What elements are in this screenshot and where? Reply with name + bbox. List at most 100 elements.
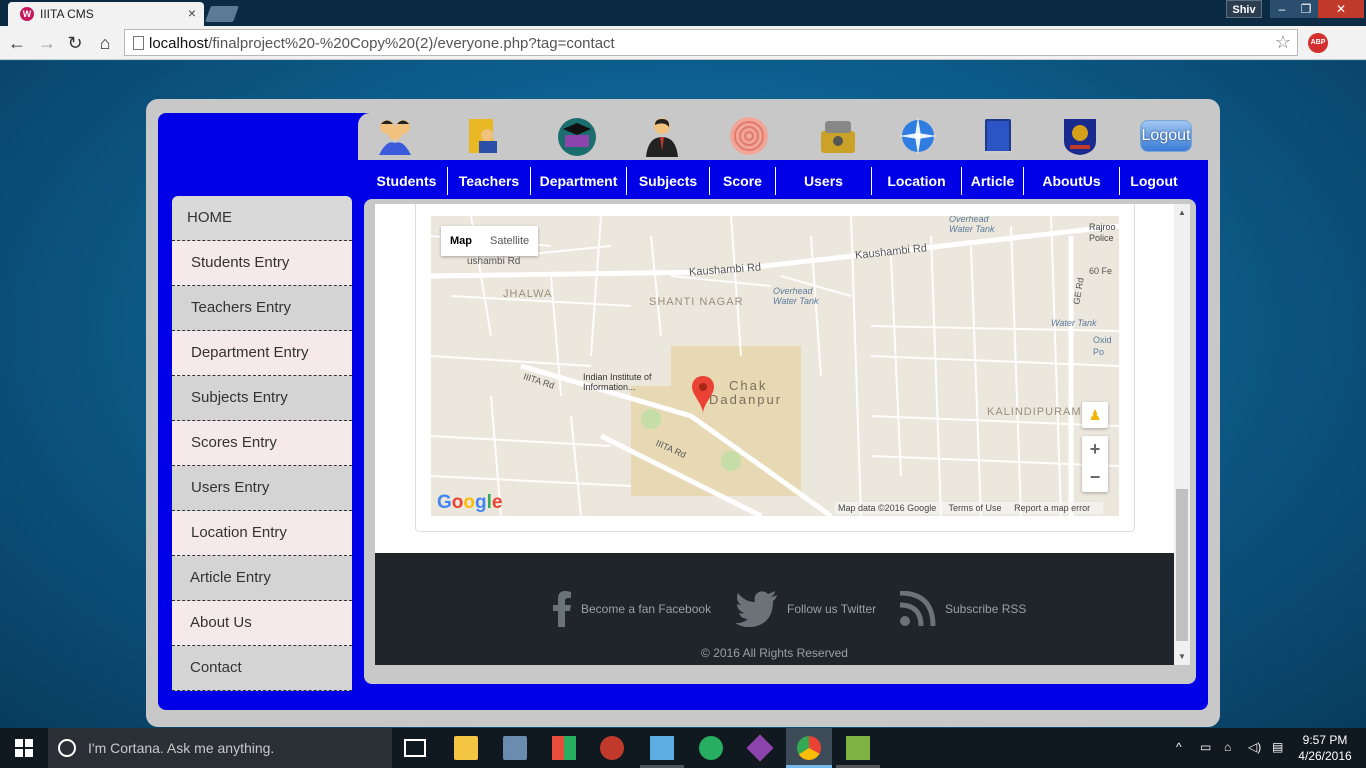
copyright: © 2016 All Rights Reserved	[701, 646, 848, 660]
sidebar-item-teachers-entry[interactable]: Teachers Entry	[172, 286, 352, 331]
map-label-water: Overhead Water Tank	[773, 286, 819, 306]
browser-tab[interactable]: W IIITA CMS ×	[8, 2, 204, 26]
notifications-icon[interactable]: ▤	[1272, 740, 1283, 754]
rss-link[interactable]: Subscribe RSS	[899, 590, 1026, 627]
google-logo: Google	[437, 492, 502, 514]
article-icon[interactable]	[973, 113, 1021, 159]
aboutus-icon[interactable]	[1056, 113, 1104, 159]
sidebar-item-article-entry[interactable]: Article Entry	[172, 556, 352, 601]
nav-users[interactable]: Users	[776, 167, 872, 195]
zoom-in-button[interactable]: +	[1082, 436, 1108, 464]
students-icon[interactable]	[371, 113, 419, 159]
sidebar-item-location-entry[interactable]: Location Entry	[172, 511, 352, 556]
clock-time: 9:57 PM	[1302, 733, 1348, 747]
twitter-link[interactable]: Follow us Twitter	[735, 591, 876, 628]
clock[interactable]: 9:57 PM 4/26/2016	[1296, 732, 1354, 764]
bookmark-star-icon[interactable]: ☆	[1275, 32, 1291, 53]
nav-department[interactable]: Department	[531, 167, 627, 195]
map-label-chak: Chak	[729, 378, 768, 393]
home-icon[interactable]: ⌂	[94, 32, 116, 54]
page-icon	[133, 36, 144, 50]
map-label-oxid: Oxid Po	[1093, 335, 1112, 357]
ie-edge-icon[interactable]	[699, 736, 723, 760]
adblock-icon[interactable]: ABP	[1308, 33, 1328, 53]
nav-logout[interactable]: Logout	[1120, 167, 1188, 195]
map-type-satellite[interactable]: Satellite	[481, 226, 538, 256]
chrome-icon[interactable]	[797, 736, 821, 760]
map-marker-icon[interactable]	[692, 376, 714, 419]
nav-aboutus[interactable]: AboutUs	[1024, 167, 1120, 195]
tab-title: IIITA CMS	[40, 7, 94, 21]
reload-icon[interactable]: ↻	[64, 32, 86, 54]
back-arrow-icon[interactable]: ←	[6, 32, 28, 54]
nav-subjects[interactable]: Subjects	[627, 167, 710, 195]
address-bar[interactable]: localhost/finalproject%20-%20Copy%20(2)/…	[124, 29, 1298, 56]
map-label-police: Rajroo Police	[1089, 222, 1116, 243]
street-view-pegman-icon[interactable]: ♟	[1082, 402, 1108, 428]
map-label-area: KALINDIPURAM	[987, 406, 1082, 418]
google-logo-letter: G	[437, 492, 452, 513]
new-tab-button[interactable]	[205, 6, 239, 22]
sidebar-item-home[interactable]: HOME	[172, 196, 352, 241]
content-area: Map Satellite ushambi Rd Kaushambi Rd Ka…	[375, 204, 1190, 665]
nav-students[interactable]: Students	[366, 167, 448, 195]
nav-teachers[interactable]: Teachers	[448, 167, 531, 195]
twitter-icon	[735, 591, 779, 628]
tray-chevron-icon[interactable]: ^	[1176, 740, 1182, 754]
nav-article[interactable]: Article	[962, 167, 1024, 195]
volume-icon[interactable]: ◁)	[1248, 740, 1261, 754]
google-map[interactable]: Map Satellite ushambi Rd Kaushambi Rd Ka…	[431, 216, 1119, 516]
minimize-button[interactable]: –	[1270, 0, 1294, 18]
main-nav: Students Teachers Department Subjects Sc…	[366, 167, 1196, 195]
sidebar-item-scores-entry[interactable]: Scores Entry	[172, 421, 352, 466]
zoom-out-button[interactable]: −	[1082, 464, 1108, 492]
psiphon-icon[interactable]	[600, 736, 624, 760]
google-logo-letter: o	[451, 492, 464, 513]
map-type-toggle[interactable]: Map Satellite	[441, 226, 539, 256]
scroll-down-arrow-icon[interactable]: ▼	[1174, 652, 1190, 661]
logout-icon-button[interactable]: Logout	[1140, 120, 1192, 152]
sidebar-item-about-us[interactable]: About Us	[172, 601, 352, 646]
maximize-button[interactable]: ❐	[1294, 0, 1318, 18]
forward-arrow-icon[interactable]: →	[36, 32, 58, 54]
sidebar-item-department-entry[interactable]: Department Entry	[172, 331, 352, 376]
file-explorer-icon[interactable]	[454, 736, 478, 760]
media-app-icon[interactable]	[503, 736, 527, 760]
facebook-label: Become a fan Facebook	[581, 602, 712, 616]
map-label-area: SHANTI NAGAR	[649, 296, 744, 308]
control-panel-icon[interactable]	[650, 736, 674, 760]
report-map-error-link[interactable]: Report a map error	[1014, 503, 1090, 513]
map-label-water: Water Tank	[1051, 318, 1097, 328]
content-scrollbar[interactable]: ▲ ▼	[1174, 204, 1190, 665]
department-icon[interactable]	[553, 113, 601, 159]
terms-of-use-link[interactable]: Terms of Use	[949, 503, 1002, 513]
cortana-search[interactable]: I'm Cortana. Ask me anything.	[48, 728, 392, 768]
location-icon[interactable]	[894, 113, 942, 159]
scroll-up-arrow-icon[interactable]: ▲	[1174, 208, 1190, 217]
start-button[interactable]	[0, 728, 48, 768]
google-logo-letter: o	[463, 492, 475, 513]
score-icon[interactable]	[725, 113, 773, 159]
browser-toolbar: ← → ↻ ⌂ localhost/finalproject%20-%20Cop…	[0, 26, 1366, 78]
subjects-icon[interactable]	[638, 113, 686, 159]
network-icon[interactable]: ⌂	[1224, 740, 1231, 754]
nav-score[interactable]: Score	[710, 167, 776, 195]
sidebar-item-users-entry[interactable]: Users Entry	[172, 466, 352, 511]
task-view-icon[interactable]	[404, 739, 426, 757]
sidebar-item-students-entry[interactable]: Students Entry	[172, 241, 352, 286]
visual-studio-icon[interactable]	[746, 734, 774, 762]
sidebar-item-subjects-entry[interactable]: Subjects Entry	[172, 376, 352, 421]
users-icon[interactable]	[814, 113, 862, 159]
map-type-map[interactable]: Map	[441, 226, 481, 256]
battery-icon[interactable]: ▭	[1200, 740, 1211, 754]
tab-close-icon[interactable]: ×	[188, 5, 196, 21]
store-icon[interactable]	[552, 736, 576, 760]
sidebar-item-contact[interactable]: Contact	[172, 646, 352, 691]
facebook-link[interactable]: Become a fan Facebook	[551, 591, 711, 627]
notepad-plus-icon[interactable]	[846, 736, 870, 760]
nav-location[interactable]: Location	[872, 167, 962, 195]
scroll-thumb[interactable]	[1176, 489, 1188, 641]
teachers-icon[interactable]	[459, 113, 507, 159]
profile-button[interactable]: Shiv	[1226, 0, 1262, 18]
close-window-button[interactable]: ✕	[1318, 0, 1364, 18]
